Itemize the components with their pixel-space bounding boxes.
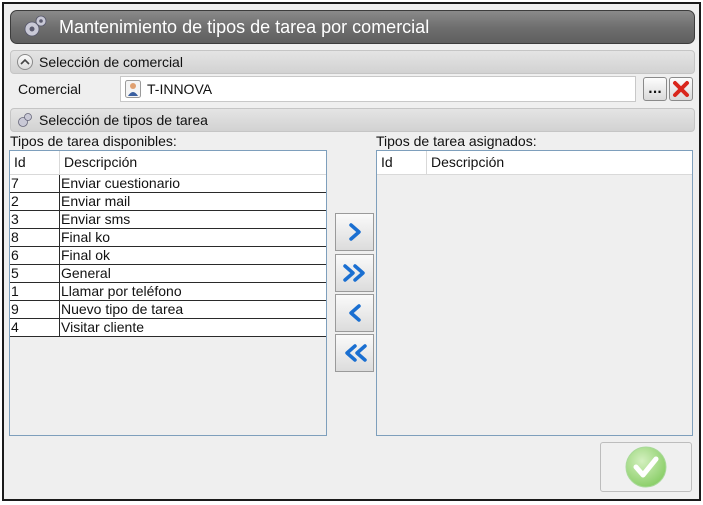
chevron-up-icon[interactable] — [17, 54, 33, 70]
clear-button[interactable] — [669, 77, 693, 101]
row-id: 3 — [10, 211, 60, 228]
row-id: 9 — [10, 301, 60, 318]
row-id: 6 — [10, 247, 60, 264]
section-comercial-title: Selección de comercial — [39, 54, 183, 70]
available-grid-header: Id Descripción — [10, 151, 326, 175]
gear-icon — [24, 15, 47, 37]
table-row[interactable]: 6 Final ok — [10, 247, 326, 265]
red-x-icon — [673, 81, 689, 97]
chevron-right-icon — [348, 223, 361, 241]
row-description: Visitar cliente — [61, 319, 145, 335]
available-grid[interactable]: Id Descripción 7 Enviar cuestionario 2 Envi… — [9, 150, 327, 436]
table-row[interactable]: 5 General — [10, 265, 326, 283]
row-description: Final ok — [61, 247, 111, 263]
column-description[interactable]: Descripción — [60, 151, 137, 174]
comercial-row: Comercial T-INNOVA ... — [10, 76, 695, 102]
comercial-value: T-INNOVA — [147, 81, 213, 97]
row-description: Enviar cuestionario — [61, 175, 181, 191]
title-bar: Mantenimiento de tipos de tarea por come… — [10, 10, 695, 44]
move-one-left-button[interactable] — [335, 294, 374, 332]
column-id[interactable]: Id — [377, 151, 427, 174]
person-icon — [125, 80, 141, 98]
window-title: Mantenimiento de tipos de tarea por come… — [59, 16, 430, 37]
move-all-left-button[interactable] — [335, 334, 374, 372]
row-id: 1 — [10, 283, 60, 300]
row-id: 8 — [10, 229, 60, 246]
row-id: 4 — [10, 319, 60, 336]
assigned-grid[interactable]: Id Descripción — [376, 150, 693, 436]
row-description: Nuevo tipo de tarea — [61, 301, 184, 317]
double-chevron-right-icon — [342, 264, 365, 282]
row-id: 5 — [10, 265, 60, 282]
comercial-label: Comercial — [18, 81, 82, 97]
gear-icon — [18, 113, 32, 127]
row-id: 7 — [10, 175, 60, 192]
table-row[interactable]: 3 Enviar sms — [10, 211, 326, 229]
browse-button[interactable]: ... — [643, 77, 667, 101]
row-description: General — [61, 265, 111, 281]
section-tipos-title: Selección de tipos de tarea — [39, 112, 208, 128]
row-description: Llamar por teléfono — [61, 283, 182, 299]
row-id: 2 — [10, 193, 60, 210]
assigned-label: Tipos de tarea asignados: — [376, 133, 537, 149]
available-rows: 7 Enviar cuestionario 2 Enviar mail 3 Enviar … — [10, 175, 326, 337]
check-icon — [625, 446, 667, 488]
table-row[interactable]: 1 Llamar por teléfono — [10, 283, 326, 301]
row-description: Final ko — [61, 229, 111, 245]
table-row[interactable]: 9 Nuevo tipo de tarea — [10, 301, 326, 319]
table-row[interactable]: 7 Enviar cuestionario — [10, 175, 326, 193]
section-tipos-header[interactable]: Selección de tipos de tarea — [10, 108, 695, 132]
column-id[interactable]: Id — [10, 151, 60, 174]
chevron-left-icon — [348, 304, 361, 322]
comercial-field[interactable]: T-INNOVA — [120, 76, 636, 102]
double-chevron-left-icon — [344, 344, 367, 362]
move-one-right-button[interactable] — [335, 213, 374, 251]
assigned-grid-header: Id Descripción — [377, 151, 692, 175]
row-description: Enviar mail — [61, 193, 131, 209]
column-description[interactable]: Descripción — [427, 151, 504, 174]
dialog-window: Mantenimiento de tipos de tarea por come… — [2, 2, 701, 501]
row-description: Enviar sms — [61, 211, 131, 227]
available-label: Tipos de tarea disponibles: — [10, 133, 177, 149]
table-row[interactable]: 4 Visitar cliente — [10, 319, 326, 337]
section-comercial-header[interactable]: Selección de comercial — [10, 50, 695, 74]
table-row[interactable]: 2 Enviar mail — [10, 193, 326, 211]
move-all-right-button[interactable] — [335, 254, 374, 292]
accept-button[interactable] — [600, 442, 692, 492]
table-row[interactable]: 8 Final ko — [10, 229, 326, 247]
